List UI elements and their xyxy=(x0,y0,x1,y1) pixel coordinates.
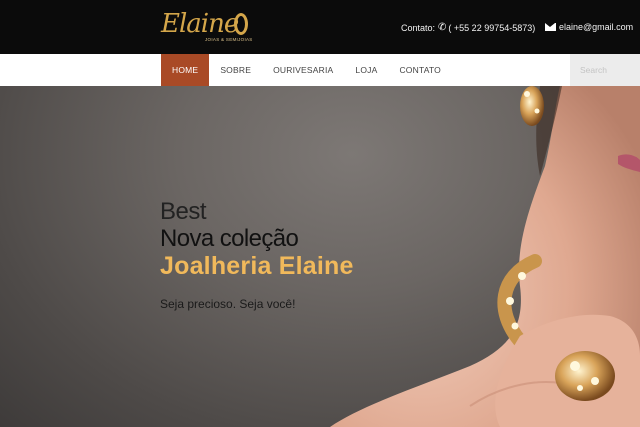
logo-tagline: JOIAS & SEMIJOIAS xyxy=(205,37,253,42)
nav-item-ourivesaria[interactable]: OURIVESARIA xyxy=(262,54,344,86)
nav-item-loja[interactable]: LOJA xyxy=(344,54,388,86)
nav-item-contato[interactable]: CONTATO xyxy=(388,54,452,86)
ring-icon xyxy=(234,13,248,35)
phone-number[interactable]: ( +55 22 99754-5873) xyxy=(448,23,535,33)
hero-line-collection: Nova coleção xyxy=(160,225,299,252)
hero-slogan: Seja precioso. Seja você! xyxy=(160,297,296,311)
main-navigation: HOME SOBRE OURIVESARIA LOJA CONTATO xyxy=(0,54,640,86)
email-address[interactable]: elaine@gmail.com xyxy=(559,22,633,32)
earring-icon xyxy=(520,86,544,126)
hero-brand-title: Joalheria Elaine xyxy=(160,252,354,280)
phone-icon: ✆ xyxy=(438,22,447,33)
nav-item-sobre[interactable]: SOBRE xyxy=(209,54,262,86)
contact-email[interactable]: elaine@gmail.com xyxy=(545,22,633,32)
ring-jewel-icon xyxy=(555,351,615,401)
search-input[interactable] xyxy=(570,54,640,86)
hero-line-best: Best xyxy=(160,198,207,225)
top-bar: Elaine JOIAS & SEMIJOIAS Contato: ✆ ( +5… xyxy=(0,0,640,54)
hero-banner: Best Nova coleção Joalheria Elaine Seja … xyxy=(0,86,640,427)
site-logo[interactable]: Elaine JOIAS & SEMIJOIAS xyxy=(161,9,253,45)
contact-label: Contato: xyxy=(401,22,436,33)
nav-item-home[interactable]: HOME xyxy=(161,54,210,86)
mail-icon xyxy=(545,23,556,31)
nav-menu: HOME SOBRE OURIVESARIA LOJA CONTATO xyxy=(161,54,452,86)
contact-phone: Contato: ✆ ( +55 22 99754-5873) xyxy=(401,22,535,33)
logo-script: Elaine xyxy=(161,9,239,39)
